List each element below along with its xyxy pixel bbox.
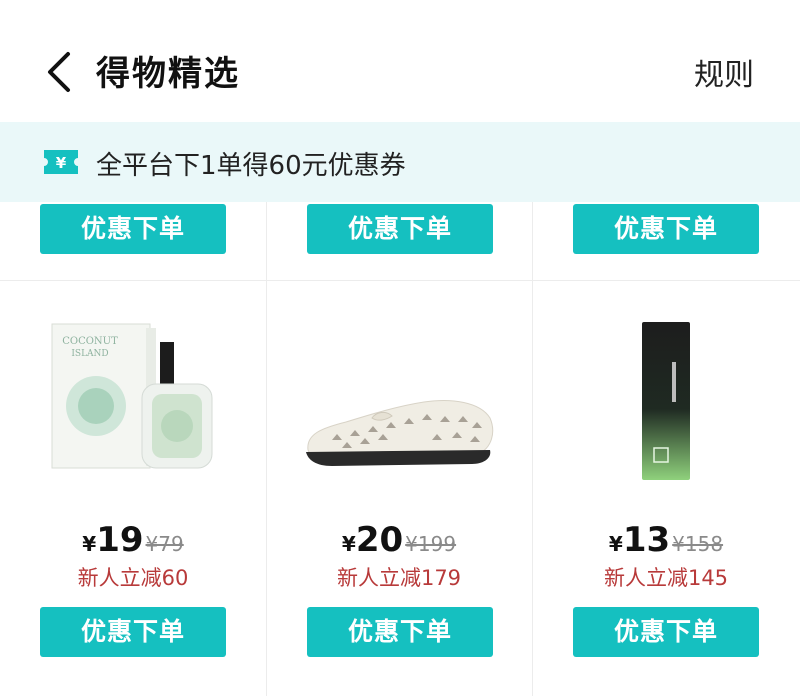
product-image-shoe[interactable] [302,388,498,470]
box-text-line: ISLAND [71,349,108,359]
original-price: ¥79 [145,532,184,556]
order-button[interactable]: 优惠下单 [307,607,493,657]
new-user-discount: 新人立减145 [603,566,729,590]
price-row: ¥20 ¥199 [266,520,532,560]
coupon-text: 全平台下1单得60元优惠券 [96,151,406,181]
new-user-discount: 新人立减60 [77,566,189,590]
original-price: ¥158 [672,532,724,556]
order-button[interactable]: 优惠下单 [307,204,493,254]
currency-symbol: ¥ [341,532,356,556]
sale-price: 19 [96,520,144,560]
page-title: 得物精选 [96,54,240,94]
currency-symbol: ¥ [82,532,97,556]
order-button[interactable]: 优惠下单 [573,204,759,254]
product-image-bottle[interactable] [640,322,692,480]
rules-link[interactable]: 规则 [694,50,754,94]
row-divider [0,280,800,281]
column-divider [532,202,533,696]
order-button[interactable]: 优惠下单 [40,607,226,657]
original-price: ¥199 [405,532,457,556]
box-text-line: COCONUT [62,336,118,347]
product-image-perfume[interactable]: COCONUT ISLAND [48,318,218,478]
price-row: ¥13 ¥158 [533,520,799,560]
price-row: ¥19 ¥79 [0,520,266,560]
order-button[interactable]: 优惠下单 [40,204,226,254]
coupon-yen-glyph: ¥ [56,154,67,172]
top-header: 得物精选 规则 [0,0,800,122]
back-arrow-icon[interactable] [40,48,80,96]
coupon-ticket-icon: ¥ [42,148,80,176]
currency-symbol: ¥ [608,532,623,556]
sale-price: 20 [355,520,404,560]
order-button[interactable]: 优惠下单 [573,607,759,657]
sale-price: 13 [622,520,671,560]
column-divider [266,202,267,696]
new-user-discount: 新人立减179 [336,566,462,590]
